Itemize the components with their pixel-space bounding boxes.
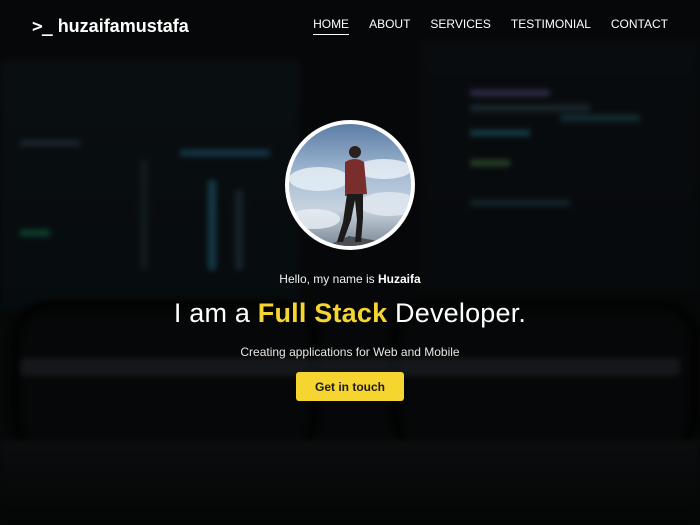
nav-menu: HOME ABOUT SERVICES TESTIMONIAL CONTACT — [313, 17, 668, 35]
nav-item-about[interactable]: ABOUT — [369, 17, 410, 35]
terminal-prompt-icon: >_ — [32, 15, 53, 37]
hero-section: >_ huzaifamustafa HOME ABOUT SERVICES TE… — [0, 0, 700, 525]
headline-end: Developer. — [395, 298, 527, 328]
greeting-prefix: Hello, my name is — [279, 272, 375, 286]
avatar — [285, 120, 415, 250]
profile-photo-icon — [289, 146, 411, 246]
brand-logo[interactable]: >_ huzaifamustafa — [32, 16, 189, 37]
nav-item-home[interactable]: HOME — [313, 17, 350, 35]
brand-name: huzaifamustafa — [57, 15, 189, 36]
get-in-touch-button[interactable]: Get in touch — [296, 372, 404, 401]
headline-start: I am a — [173, 298, 251, 328]
greeting-text: Hello, my name is Huzaifa — [279, 272, 420, 286]
greeting-name: Huzaifa — [378, 272, 421, 286]
nav-item-contact[interactable]: CONTACT — [611, 17, 668, 35]
hero-content: Hello, my name is Huzaifa I am a Full St… — [0, 120, 700, 401]
headline: I am a Full Stack Developer. — [174, 298, 526, 329]
headline-accent: Full Stack — [257, 298, 388, 328]
tagline: Creating applications for Web and Mobile — [240, 345, 460, 359]
nav-item-testimonial[interactable]: TESTIMONIAL — [511, 17, 591, 35]
top-navigation: >_ huzaifamustafa HOME ABOUT SERVICES TE… — [0, 0, 700, 52]
nav-item-services[interactable]: SERVICES — [430, 17, 490, 35]
